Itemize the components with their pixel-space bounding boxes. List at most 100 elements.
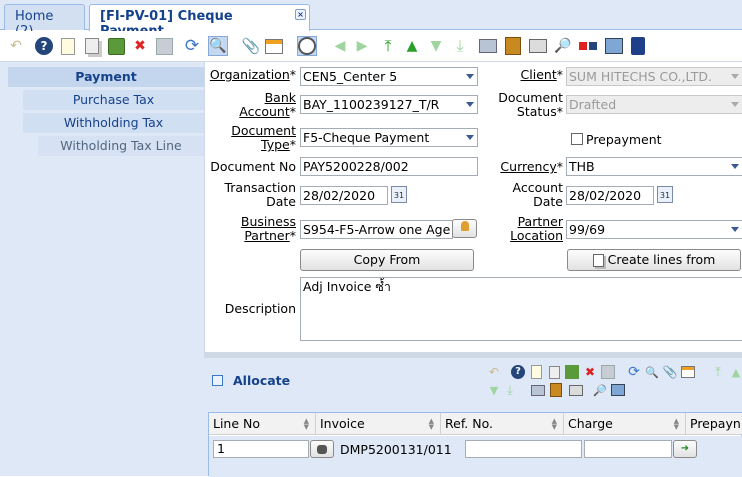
new-record-icon[interactable] (528, 364, 544, 380)
next-record-icon[interactable]: ▼ (426, 36, 446, 56)
save-and-new-icon[interactable] (106, 36, 126, 56)
history-icon[interactable] (297, 36, 317, 56)
client-label: Client* (520, 67, 563, 82)
previous-record-icon[interactable]: ▲ (402, 36, 422, 56)
attachment-icon[interactable]: 📎 (241, 36, 261, 56)
grid-toggle-icon[interactable] (680, 364, 696, 380)
refresh-icon[interactable]: ⟳ (182, 36, 202, 56)
ref-no-cell[interactable] (465, 440, 582, 458)
archive-icon[interactable] (548, 382, 564, 398)
description-label: Description (224, 301, 296, 316)
grid-toggle-icon[interactable] (264, 36, 284, 56)
business-partner-field[interactable]: S954-F5-Arrow one Age (300, 220, 453, 239)
undo-icon[interactable]: ↶ (6, 36, 26, 56)
charge-lookup-icon[interactable]: ➜ (673, 440, 697, 458)
zoom-across-icon[interactable]: 🔎 (592, 382, 608, 398)
organization-field[interactable]: CEN5_Center 5 (300, 67, 478, 86)
allocate-grid: Line No ▲ ▼ Invoice ▲ ▼ Ref. No. ▲ ▼ Charge ▲ ▼ … (208, 412, 742, 477)
bank-account-field[interactable]: BAY_1100239127_T/R (300, 95, 478, 114)
invoice-cell[interactable]: DMP5200131/011 (340, 442, 452, 457)
partner-location-field[interactable]: 99/69 (566, 220, 742, 239)
process-icon[interactable] (604, 36, 624, 56)
first-record-icon[interactable]: ⤒ (710, 364, 726, 380)
column-header-line-no[interactable]: Line No ▲ ▼ (209, 413, 316, 435)
print-icon[interactable] (568, 382, 584, 398)
window-icon[interactable] (628, 36, 648, 56)
document-no-label: Document No (210, 159, 296, 174)
archive-icon[interactable] (503, 36, 523, 56)
tab-home[interactable]: Home (2) (4, 4, 85, 39)
find-icon[interactable]: 🔍 (208, 36, 228, 56)
last-record-icon[interactable]: ⤓ (502, 382, 518, 398)
column-header-prepayment[interactable]: Prepayn (686, 413, 742, 435)
column-header-invoice[interactable]: Invoice ▲ ▼ (316, 413, 441, 435)
help-icon[interactable]: ? (34, 36, 54, 56)
partner-location-label: Partner Location (510, 214, 563, 243)
currency-label: Currency* (500, 159, 563, 174)
report-icon[interactable] (478, 36, 498, 56)
previous-tab-icon[interactable]: ◀ (330, 36, 350, 56)
document-no-field[interactable]: PAY5200228/002 (300, 157, 478, 176)
attachment-icon[interactable]: 📎 (662, 364, 678, 380)
copy-record-icon[interactable] (82, 36, 102, 56)
business-partner-label: Business Partner* (240, 214, 296, 243)
transaction-date-label: Transaction Date (224, 180, 296, 209)
delete-icon[interactable]: ✖ (582, 364, 598, 380)
nav-withholding-tax-line[interactable]: Witholding Tax Line (38, 136, 204, 156)
zoom-across-icon[interactable]: 🔎 (553, 36, 573, 56)
save-icon[interactable] (600, 364, 616, 380)
prepayment-checkbox[interactable] (571, 133, 583, 145)
currency-field[interactable]: THB (566, 157, 742, 176)
payment-form: Organization* CEN5_Center 5 Client* SUM … (204, 62, 742, 352)
nav-purchase-tax[interactable]: Purchase Tax (23, 90, 204, 110)
first-record-icon[interactable]: ⤒ (378, 36, 398, 56)
column-header-ref-no[interactable]: Ref. No. ▲ ▼ (441, 413, 564, 435)
calendar-icon[interactable]: 31 (391, 186, 407, 203)
print-icon[interactable] (528, 36, 548, 56)
prepayment-label: Prepayment (586, 132, 662, 147)
create-lines-from-button[interactable]: Create lines from (567, 249, 741, 271)
new-record-icon[interactable] (58, 36, 78, 56)
transaction-date-field[interactable]: 28/02/2020 (300, 186, 388, 205)
refresh-icon[interactable]: ⟳ (626, 364, 642, 380)
tab-navigation: Payment Purchase Tax Withholding Tax Wit… (0, 62, 204, 476)
report-icon[interactable] (530, 382, 546, 398)
nav-payment[interactable]: Payment (8, 67, 204, 87)
next-tab-icon[interactable]: ▶ (352, 36, 372, 56)
invoice-lookup-button[interactable] (310, 440, 334, 458)
next-record-icon[interactable]: ▼ (486, 382, 502, 398)
nav-withholding-tax[interactable]: Withholding Tax (23, 113, 204, 133)
delete-icon[interactable]: ✖ (130, 36, 150, 56)
allocate-title: Allocate (233, 373, 291, 388)
previous-record-icon[interactable]: ▲ (728, 364, 742, 380)
document-type-label: Document Type* (231, 123, 296, 152)
copy-from-button[interactable]: Copy From (300, 249, 474, 271)
save-icon[interactable] (154, 36, 174, 56)
line-no-cell[interactable]: 1 (213, 440, 309, 458)
account-date-field[interactable]: 28/02/2020 (566, 186, 654, 205)
close-icon[interactable]: × (295, 9, 306, 20)
copy-record-icon[interactable] (546, 364, 562, 380)
help-icon[interactable]: ? (510, 364, 526, 380)
document-status-label: Document Status* (498, 90, 563, 119)
document-status-field: Drafted (566, 95, 742, 114)
last-record-icon[interactable]: ⤓ (450, 36, 470, 56)
toolbar: ↶ ? ✖ ⟳ 🔍 📎 ◀ ▶ ⤒ ▲ ▼ ⤓ 🔎 (0, 31, 742, 62)
database-icon (317, 445, 327, 454)
save-and-new-icon[interactable] (564, 364, 580, 380)
tab-cheque-payment[interactable]: [FI-PV-01] Cheque Payment× (89, 4, 310, 39)
client-field: SUM HITECHS CO.,LTD. (566, 67, 742, 86)
table-row: 1 DMP5200131/011 ➜ (209, 436, 742, 477)
undo-icon[interactable]: ↶ (486, 364, 502, 380)
find-icon[interactable]: 🔍 (644, 364, 660, 380)
organization-label: Organization* (209, 67, 296, 82)
tab-bar: Home (2) [FI-PV-01] Cheque Payment× (0, 0, 742, 39)
description-field[interactable]: Adj Invoice ซ้ำ (300, 277, 742, 341)
collapse-icon[interactable] (212, 375, 223, 386)
charge-cell[interactable] (584, 440, 672, 458)
column-header-charge[interactable]: Charge ▲ ▼ (564, 413, 686, 435)
process-icon[interactable] (610, 382, 626, 398)
document-type-field[interactable]: F5-Cheque Payment (300, 128, 478, 147)
workflow-icon[interactable] (578, 36, 598, 56)
calendar-icon[interactable]: 31 (657, 186, 673, 203)
